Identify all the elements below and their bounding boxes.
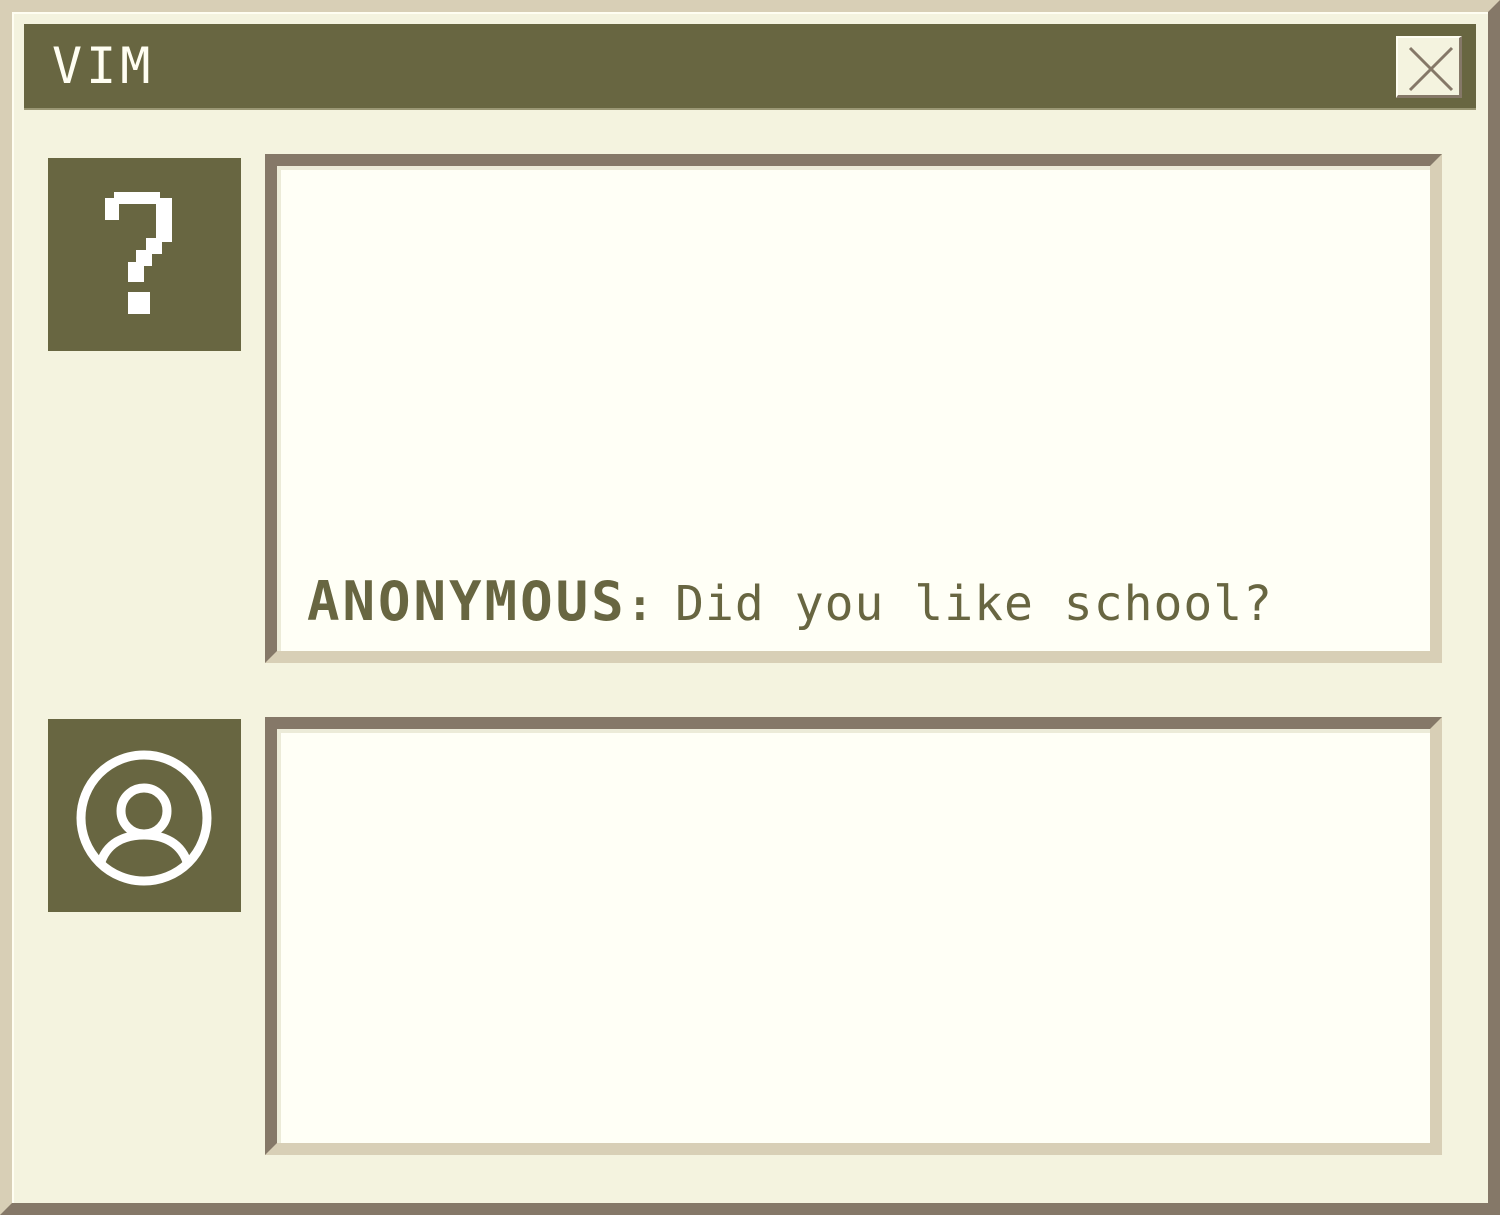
chat-message: ANONYMOUS: Did you like school? (307, 570, 1273, 633)
window-title: VIM (52, 37, 155, 95)
stranger-avatar (48, 158, 241, 351)
user-avatar-icon (76, 750, 212, 886)
message-separator: : (626, 580, 654, 631)
close-button[interactable] (1396, 36, 1462, 98)
message-text: Did you like school? (675, 576, 1274, 632)
question-mark-icon (105, 192, 172, 314)
self-avatar (48, 719, 241, 912)
message-input-area[interactable] (265, 717, 1442, 1155)
message-sender: ANONYMOUS (307, 570, 627, 633)
chat-log: ANONYMOUS: Did you like school? (265, 154, 1442, 663)
title-bar[interactable]: VIM (24, 24, 1476, 110)
close-icon (1408, 46, 1454, 92)
